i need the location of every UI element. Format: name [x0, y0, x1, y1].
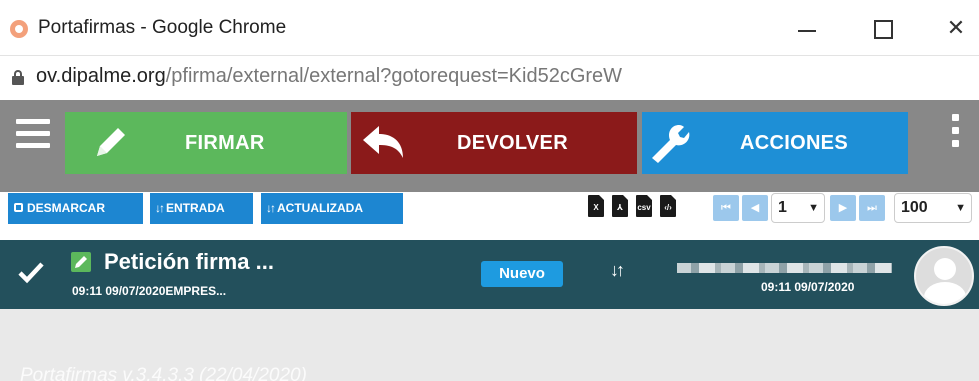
minimize-button[interactable]: [786, 10, 830, 46]
status-badge: Nuevo: [481, 261, 563, 287]
csv-icon[interactable]: csv: [636, 195, 652, 217]
reply-icon: [363, 126, 403, 158]
avatar: [914, 246, 974, 306]
chevron-down-icon: ▼: [955, 202, 966, 214]
more-options-icon[interactable]: [950, 114, 960, 162]
url-text[interactable]: ov.dipalme.org/pfirma/external/external?…: [36, 65, 622, 88]
firmar-label: FIRMAR: [185, 132, 265, 154]
sort-entrada-button[interactable]: ↓↑ ENTRADA: [150, 193, 253, 224]
request-date: 09:11 09/07/2020: [761, 280, 855, 294]
devolver-button[interactable]: DEVOLVER: [351, 112, 637, 174]
acciones-label: ACCIONES: [740, 132, 848, 154]
browser-window: Portafirmas - Google Chrome ✕ ov.dipalme…: [0, 0, 979, 381]
request-row[interactable]: Petición firma ... 09:11 09/07/2020EMPRE…: [0, 240, 979, 309]
pdf-icon[interactable]: ⅄: [612, 195, 628, 217]
window-title: Portafirmas - Google Chrome: [38, 17, 287, 38]
lock-icon: [12, 70, 24, 85]
list-toolbar: DESMARCAR ↓↑ ENTRADA ↓↑ ACTUALIZADA X ⅄ cs…: [0, 192, 979, 240]
page-select[interactable]: 1 ▼: [771, 193, 825, 223]
address-bar[interactable]: ov.dipalme.org/pfirma/external/external?…: [0, 56, 979, 100]
code-icon[interactable]: ‹/›: [660, 195, 676, 217]
sort-actualizada-button[interactable]: ↓↑ ACTUALIZADA: [261, 193, 403, 224]
page-size-value: 100: [901, 199, 928, 216]
prev-page-icon[interactable]: ◀: [742, 195, 768, 221]
chevron-down-icon: ▼: [808, 202, 819, 214]
actualizada-label: ACTUALIZADA: [277, 201, 363, 215]
hamburger-menu-icon[interactable]: [16, 119, 50, 149]
url-host: ov.dipalme.org: [36, 65, 166, 87]
check-icon[interactable]: [18, 260, 44, 284]
url-path: /pfirma/external/external?gotorequest=Ki…: [165, 65, 623, 87]
entrada-label: ENTRADA: [166, 201, 225, 215]
redacted-sender: [677, 263, 892, 273]
request-subtitle: 09:11 09/07/2020EMPRES...: [72, 284, 227, 298]
version-footer: Portafirmas v.3.4.3.3 (22/04/2020): [20, 365, 307, 381]
page-size-select[interactable]: 100 ▼: [894, 193, 972, 223]
first-page-icon[interactable]: ⏮: [713, 195, 739, 221]
edit-icon: [71, 252, 91, 272]
checkbox-icon: [14, 203, 23, 213]
wrench-icon: [652, 125, 690, 163]
maximize-button[interactable]: [861, 10, 905, 46]
app-toolbar: FIRMAR DEVOLVER ACCIONES: [0, 100, 979, 192]
title-bar: Portafirmas - Google Chrome ✕: [0, 0, 979, 56]
excel-icon[interactable]: X: [588, 195, 604, 217]
page-select-value: 1: [778, 199, 787, 216]
devolver-label: DEVOLVER: [457, 132, 568, 154]
sort-icon: ↓↑: [266, 201, 276, 215]
sort-icon[interactable]: ↓↑: [610, 260, 625, 281]
sort-icon: ↓↑: [155, 201, 165, 215]
app-logo-icon: [10, 20, 28, 38]
last-page-icon[interactable]: ⏭: [859, 195, 885, 221]
close-button[interactable]: ✕: [934, 10, 978, 46]
desmarcar-button[interactable]: DESMARCAR: [8, 193, 143, 224]
next-page-icon[interactable]: ▶: [830, 195, 856, 221]
desmarcar-label: DESMARCAR: [27, 201, 105, 215]
acciones-button[interactable]: ACCIONES: [642, 112, 908, 174]
request-title: Petición firma ...: [104, 249, 274, 274]
pencil-icon: [97, 128, 125, 156]
firmar-button[interactable]: FIRMAR: [65, 112, 347, 174]
